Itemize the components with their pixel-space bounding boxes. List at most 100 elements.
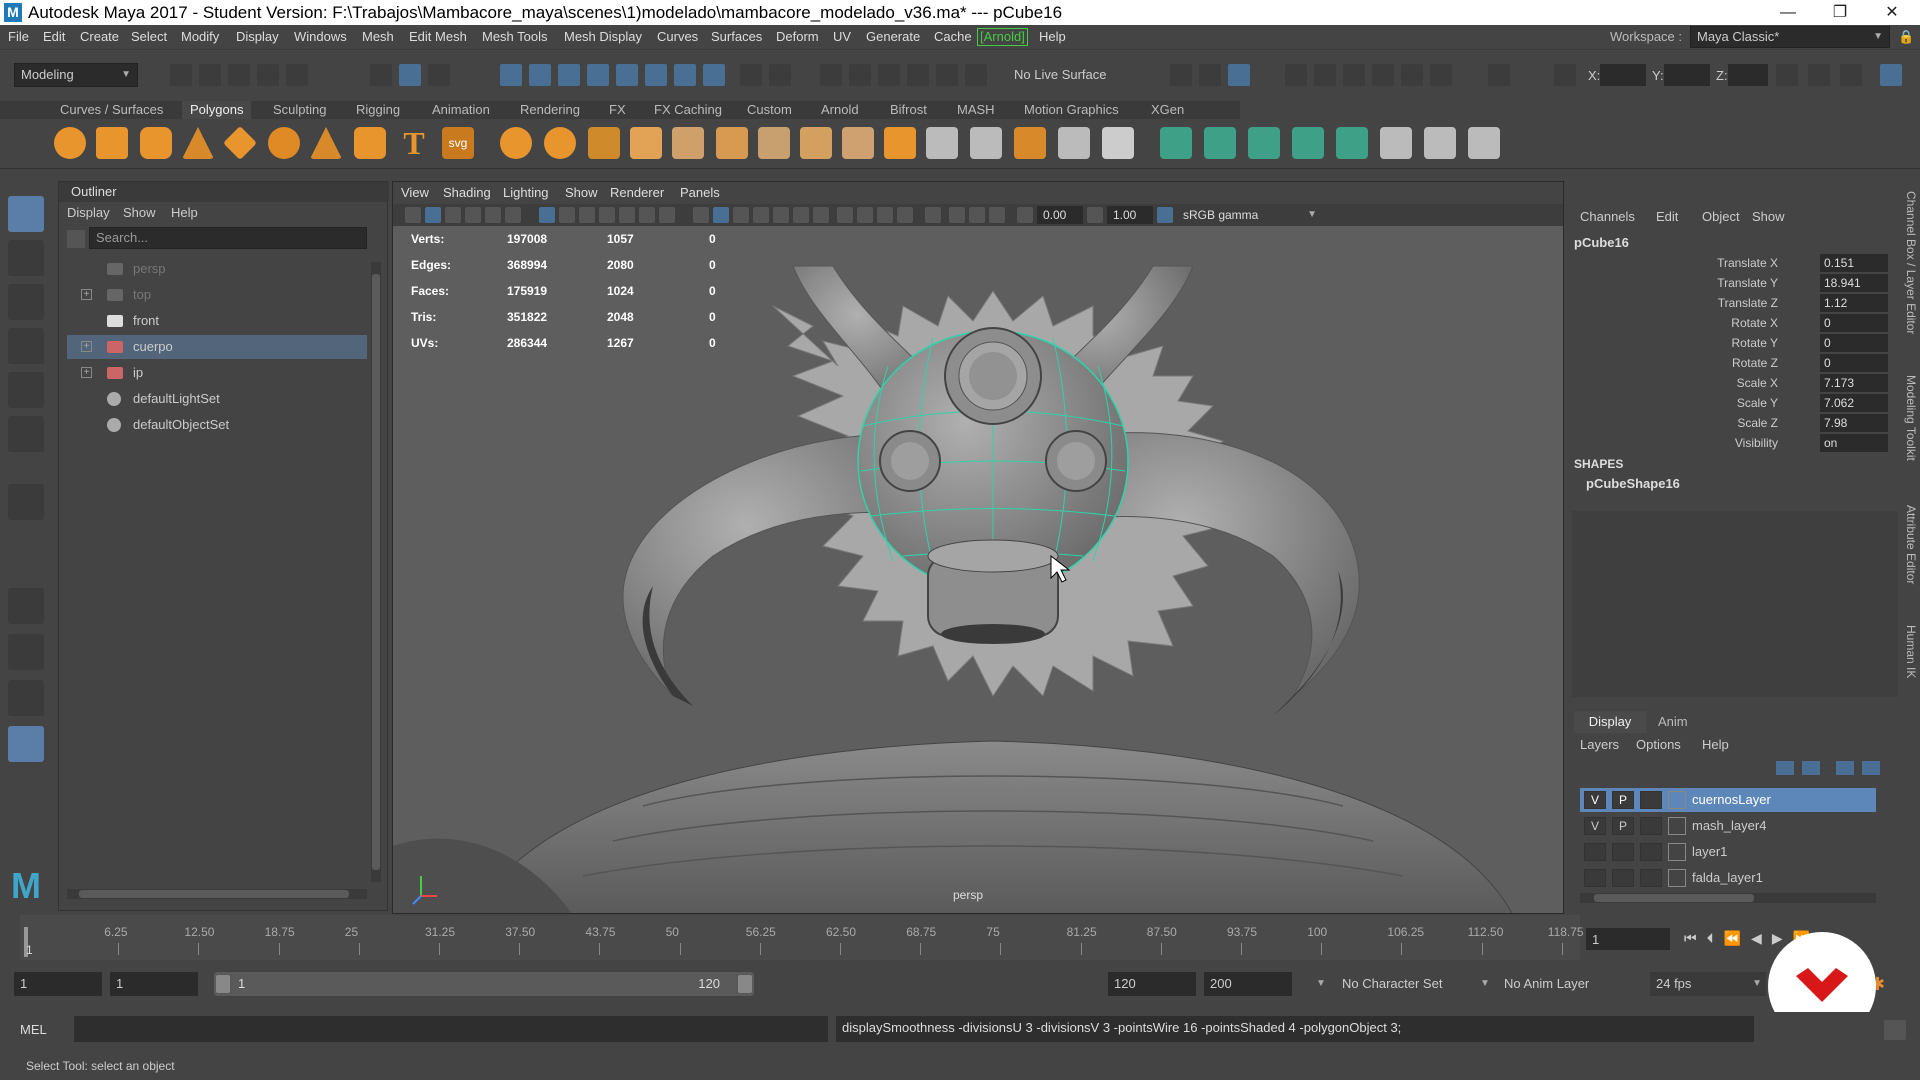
light-editor-icon[interactable] [1401,64,1423,86]
side-tab-modeling-toolkit[interactable]: Modeling Toolkit [1902,375,1918,461]
channel-menu-edit[interactable]: Edit [1656,209,1678,224]
go-to-start-icon[interactable]: ⏮ [1684,930,1707,946]
shelf-tab-rendering[interactable]: Rendering [520,101,580,119]
insert-edge-loop-icon[interactable] [926,127,958,159]
menu-mesh-display[interactable]: Mesh Display [564,25,642,49]
x-field[interactable] [1600,64,1646,86]
default-material-icon[interactable] [733,207,749,223]
bevel-icon[interactable] [716,127,748,159]
channel-scale-y[interactable]: Scale Y 7.062 [1572,393,1898,413]
exposure-icon[interactable] [1017,207,1033,223]
layer-type-toggle[interactable] [1640,817,1662,835]
channel-rotate-z[interactable]: Rotate Z 0 [1572,353,1898,373]
shelf-tab-bifrost[interactable]: Bifrost [890,101,927,119]
workspace-dropdown[interactable]: Maya Classic* ▼ [1690,26,1890,48]
layer-row-falda-layer1[interactable]: falda_layer1 [1580,866,1876,890]
viewport-menu-panels[interactable]: Panels [680,182,720,204]
y-field[interactable] [1664,64,1710,86]
viewport-menu-lighting[interactable]: Lighting [503,182,549,204]
channel-value[interactable]: 0 [1820,334,1888,352]
layer-row-layer1[interactable]: layer1 [1580,840,1876,864]
paint-select-tool-icon[interactable] [8,284,44,320]
layer-row-mash-layer4[interactable]: V P mash_layer4 [1580,814,1876,838]
live-icon[interactable] [965,64,987,86]
ipr-icon[interactable] [1343,64,1365,86]
2d-pan-icon[interactable] [485,207,501,223]
layer-color-swatch-icon[interactable] [1668,817,1686,835]
playback-end-field[interactable]: 120 [1108,972,1196,996]
save-scene-icon[interactable] [228,64,250,86]
layer-color-swatch-icon[interactable] [1668,843,1686,861]
viewport-menu-shading[interactable]: Shading [443,182,491,204]
poly-cone-icon[interactable] [182,127,214,159]
gamma-icon[interactable] [1087,207,1103,223]
depth-of-field-icon[interactable] [897,207,913,223]
view-transform-dropdown[interactable]: sRGB gamma ▼ [1177,206,1321,224]
bookmark-icon[interactable] [445,207,461,223]
channel-translate-z[interactable]: Translate Z 1.12 [1572,293,1898,313]
outliner-menu-show[interactable]: Show [123,204,156,222]
shelf-tab-polygons[interactable]: Polygons [182,101,252,119]
xform-mode-icon[interactable] [1554,64,1576,86]
side-tab-channel-box[interactable]: Channel Box / Layer Editor [1902,191,1918,334]
channel-value[interactable]: 7.173 [1820,374,1888,392]
outliner-item-top[interactable]: + top [67,283,367,307]
uv-cylindrical-icon[interactable] [1204,127,1236,159]
poly-cube-icon[interactable] [96,127,128,159]
poly-pyramid-icon[interactable] [310,127,342,159]
snap-surface-icon[interactable] [616,64,638,86]
current-frame-field[interactable]: 1 [1586,928,1670,950]
film-gate-icon[interactable] [559,207,575,223]
menu-mesh-tools[interactable]: Mesh Tools [482,25,548,49]
color-management-icon[interactable] [1157,207,1173,223]
outliner-vertical-scrollbar[interactable] [371,262,381,882]
poly-cylinder-icon[interactable] [140,127,172,159]
target-weld-icon[interactable] [842,127,874,159]
channel-translate-x[interactable]: Translate X 0.151 [1572,253,1898,273]
viewport-menu-view[interactable]: View [401,182,429,204]
lasso-tool-icon[interactable] [8,240,44,276]
move-tool-icon[interactable] [8,328,44,364]
channel-scale-z[interactable]: Scale Z 7.98 [1572,413,1898,433]
layer-playback-toggle[interactable] [1612,869,1634,887]
booleans-icon[interactable] [630,127,662,159]
live-surface-label[interactable]: No Live Surface [1014,64,1134,86]
output-ops-icon[interactable] [907,64,929,86]
menu-edit-mesh[interactable]: Edit Mesh [409,25,467,49]
shelf-tab-fx-caching[interactable]: FX Caching [654,101,722,119]
bridge-icon[interactable] [758,127,790,159]
layer-row-cuernoslayer[interactable]: V P cuernosLayer [1580,788,1876,812]
svg-icon[interactable]: svg [442,127,474,159]
layer-visibility-toggle[interactable]: V [1584,791,1606,809]
pause-icon[interactable] [1488,64,1510,86]
scale-tool-icon[interactable] [8,416,44,452]
resolution-gate-icon[interactable] [579,207,595,223]
open-scene-icon[interactable] [199,64,221,86]
offset-edge-icon[interactable] [1058,127,1090,159]
hypershade-icon[interactable] [1314,64,1336,86]
layer-type-toggle[interactable] [1640,843,1662,861]
snap-grid-icon[interactable] [500,64,522,86]
menu-create[interactable]: Create [80,25,119,49]
isolate-select-icon[interactable] [925,207,941,223]
tool-settings-toggle-icon[interactable] [1840,64,1862,86]
shelf-tab-mash[interactable]: MASH [957,101,995,119]
menu-file[interactable]: File [8,25,29,49]
range-slider[interactable]: 1 120 [214,972,754,996]
shelf-tab-custom[interactable]: Custom [747,101,792,119]
shadows-icon[interactable] [813,207,829,223]
fps-dropdown[interactable]: 24 fps ▼ [1650,972,1766,996]
render-view-icon[interactable] [1170,64,1192,86]
select-camera-icon[interactable] [405,207,421,223]
character-set-chevron-icon[interactable]: ▼ [1316,972,1336,996]
layer-tab-anim[interactable]: Anim [1658,711,1688,733]
separate-icon[interactable] [544,127,576,159]
outliner-horizontal-scrollbar[interactable] [67,889,367,899]
animation-start-field[interactable]: 1 [14,972,102,996]
poly-plane-icon[interactable] [223,126,257,160]
close-button[interactable]: ✕ [1868,0,1916,25]
expand-icon[interactable]: + [81,341,92,352]
channel-menu-object[interactable]: Object [1702,209,1740,224]
menu-edit[interactable]: Edit [43,25,65,49]
shelf-tab-curves-surfaces[interactable]: Curves / Surfaces [60,101,163,119]
